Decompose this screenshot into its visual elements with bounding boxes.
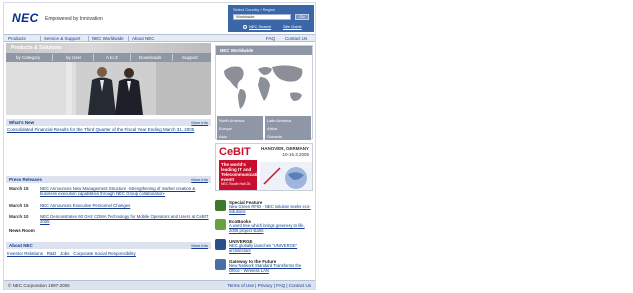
feature-link[interactable]: A word tree which brings greenery to lif…: [229, 223, 313, 233]
main-nav: Products Service & Support NEC Worldwide…: [4, 34, 315, 42]
cebit-headline: The world's leading IT and Telecommunica…: [219, 160, 265, 190]
region-north-america[interactable]: North America: [217, 116, 263, 124]
browser-frame: NEC Empowered by Innovation Select Count…: [3, 2, 316, 290]
about-nec-title: About NEC: [9, 243, 33, 248]
about-nec-more-link[interactable]: More info: [191, 243, 208, 248]
press-release-link[interactable]: NEC Demonstrates 60 GHz CDMA Technology …: [40, 214, 210, 224]
gateway-icon: [215, 259, 226, 270]
business-people-photo: [6, 62, 211, 115]
press-date: March 15: [9, 203, 29, 208]
go-button[interactable]: Go: [295, 14, 309, 20]
ecobooks-icon: [215, 219, 226, 230]
tab-by-user[interactable]: by User: [66, 55, 82, 60]
whats-new-title: What's New: [9, 120, 35, 125]
hero-tabs: by Category by User A to Z Downloads Sup…: [6, 53, 211, 62]
nav-contact-us[interactable]: Contact Us: [285, 36, 307, 41]
whats-new-more-link[interactable]: More info: [191, 120, 208, 125]
feature-link[interactable]: New Network Standard Transforms the Offi…: [229, 263, 313, 273]
cebit-city: HANOVER, GERMANY: [260, 146, 309, 151]
tab-divider: [130, 54, 131, 61]
about-nec-links[interactable]: Investor Relations R&D Jobs Corporate So…: [7, 251, 211, 256]
nav-nec-worldwide[interactable]: NEC Worldwide: [92, 36, 124, 41]
cebit-globe-icon: [260, 162, 312, 190]
feature-ecobooks[interactable]: EcoBooks A word tree which brings greene…: [215, 219, 313, 237]
nec-search-link[interactable]: NEC Search: [249, 24, 271, 29]
world-map-icon[interactable]: [218, 57, 310, 114]
whats-new-header: What's New More info: [6, 119, 211, 126]
site-guide-link[interactable]: Site Guide: [283, 24, 302, 29]
region-oceania[interactable]: Oceania: [265, 132, 311, 140]
utility-panel: Select Country / Region Worldwide Go NEC…: [228, 5, 314, 32]
copyright: © NEC Corporation 1997-2005: [8, 283, 70, 288]
country-select[interactable]: Worldwide: [233, 14, 291, 20]
nav-products[interactable]: Products: [8, 36, 26, 41]
search-icon[interactable]: [243, 25, 247, 29]
feature-link[interactable]: NEC globally launches "UNIVERGE" archite…: [229, 243, 313, 253]
special-feature-icon: [215, 200, 226, 211]
select-country-label: Select Country / Region: [233, 7, 276, 12]
footer: © NEC Corporation 1997-2005 Terms of Use…: [4, 280, 315, 289]
tab-support[interactable]: Support: [182, 55, 198, 60]
press-releases-more-link[interactable]: More info: [191, 177, 208, 182]
nav-divider: [40, 36, 41, 41]
country-row: Worldwide Go: [233, 14, 311, 21]
header: NEC Empowered by Innovation Select Count…: [4, 3, 315, 33]
worldwide-panel: NEC Worldwide North America Latin Americ…: [215, 45, 313, 140]
nav-divider: [88, 36, 89, 41]
nec-logo[interactable]: NEC: [12, 11, 39, 25]
tab-divider: [52, 54, 53, 61]
cebit-headline-text: The world's leading IT and Telecommunica…: [221, 162, 266, 182]
cebit-logo: CeBIT: [219, 146, 251, 158]
cebit-dates: 10-16.3.2005: [282, 152, 309, 157]
region-latin-america[interactable]: Latin America: [265, 116, 311, 124]
press-date: March 15: [9, 186, 29, 191]
hero-banner: Products & Solutions by Category by User…: [6, 43, 211, 115]
nav-about-nec[interactable]: About NEC: [132, 36, 155, 41]
footer-links[interactable]: Terms of Use | Privacy | FAQ | Contact U…: [227, 283, 311, 288]
region-africa[interactable]: Africa: [265, 124, 311, 132]
tab-by-category[interactable]: by Category: [16, 55, 40, 60]
region-europe[interactable]: Europe: [217, 124, 263, 132]
univerge-icon: [215, 239, 226, 250]
feature-link[interactable]: New Green RFID - NEC solution seeks eco-…: [229, 204, 313, 214]
tab-downloads[interactable]: Downloads: [139, 55, 161, 60]
tagline: Empowered by Innovation: [45, 16, 103, 22]
press-release-link[interactable]: NEC Announces Executive Personnel Change…: [40, 203, 210, 208]
nav-service-support[interactable]: Service & Support: [44, 36, 80, 41]
press-releases-header: Press Releases More info: [6, 176, 211, 183]
press-release-link[interactable]: NEC Announces New Management Structure -…: [40, 186, 210, 196]
tab-divider: [172, 54, 173, 61]
nav-faq[interactable]: FAQ: [266, 36, 275, 41]
about-nec-header: About NEC More info: [6, 242, 211, 249]
press-releases-title: Press Releases: [9, 177, 43, 182]
tab-a-to-z[interactable]: A to Z: [106, 55, 118, 60]
cebit-banner[interactable]: CeBIT HANOVER, GERMANY 10-16.3.2005 The …: [215, 143, 313, 191]
feature-special[interactable]: Special Feature New Green RFID - NEC sol…: [215, 200, 313, 218]
blank-area: [318, 0, 633, 293]
whats-new-item[interactable]: Consolidated Financial Results for the T…: [7, 127, 211, 132]
nav-divider: [128, 36, 129, 41]
press-date: March 10: [9, 214, 29, 219]
search-row: NEC Search Site Guide: [233, 24, 311, 30]
feature-gateway[interactable]: Gateway to the Future New Network Standa…: [215, 259, 313, 279]
hero-title: Products & Solutions: [11, 45, 62, 51]
page: NEC Empowered by Innovation Select Count…: [0, 0, 633, 293]
feature-univerge[interactable]: UNIVERGE NEC globally launches "UNIVERGE…: [215, 239, 313, 257]
worldwide-title: NEC Worldwide: [216, 46, 312, 55]
cebit-subtext: NEC Booth Hall 26: [221, 182, 251, 186]
tab-divider: [93, 54, 94, 61]
region-asia[interactable]: Asia: [217, 132, 263, 140]
news-room-link[interactable]: News Room: [9, 228, 35, 233]
